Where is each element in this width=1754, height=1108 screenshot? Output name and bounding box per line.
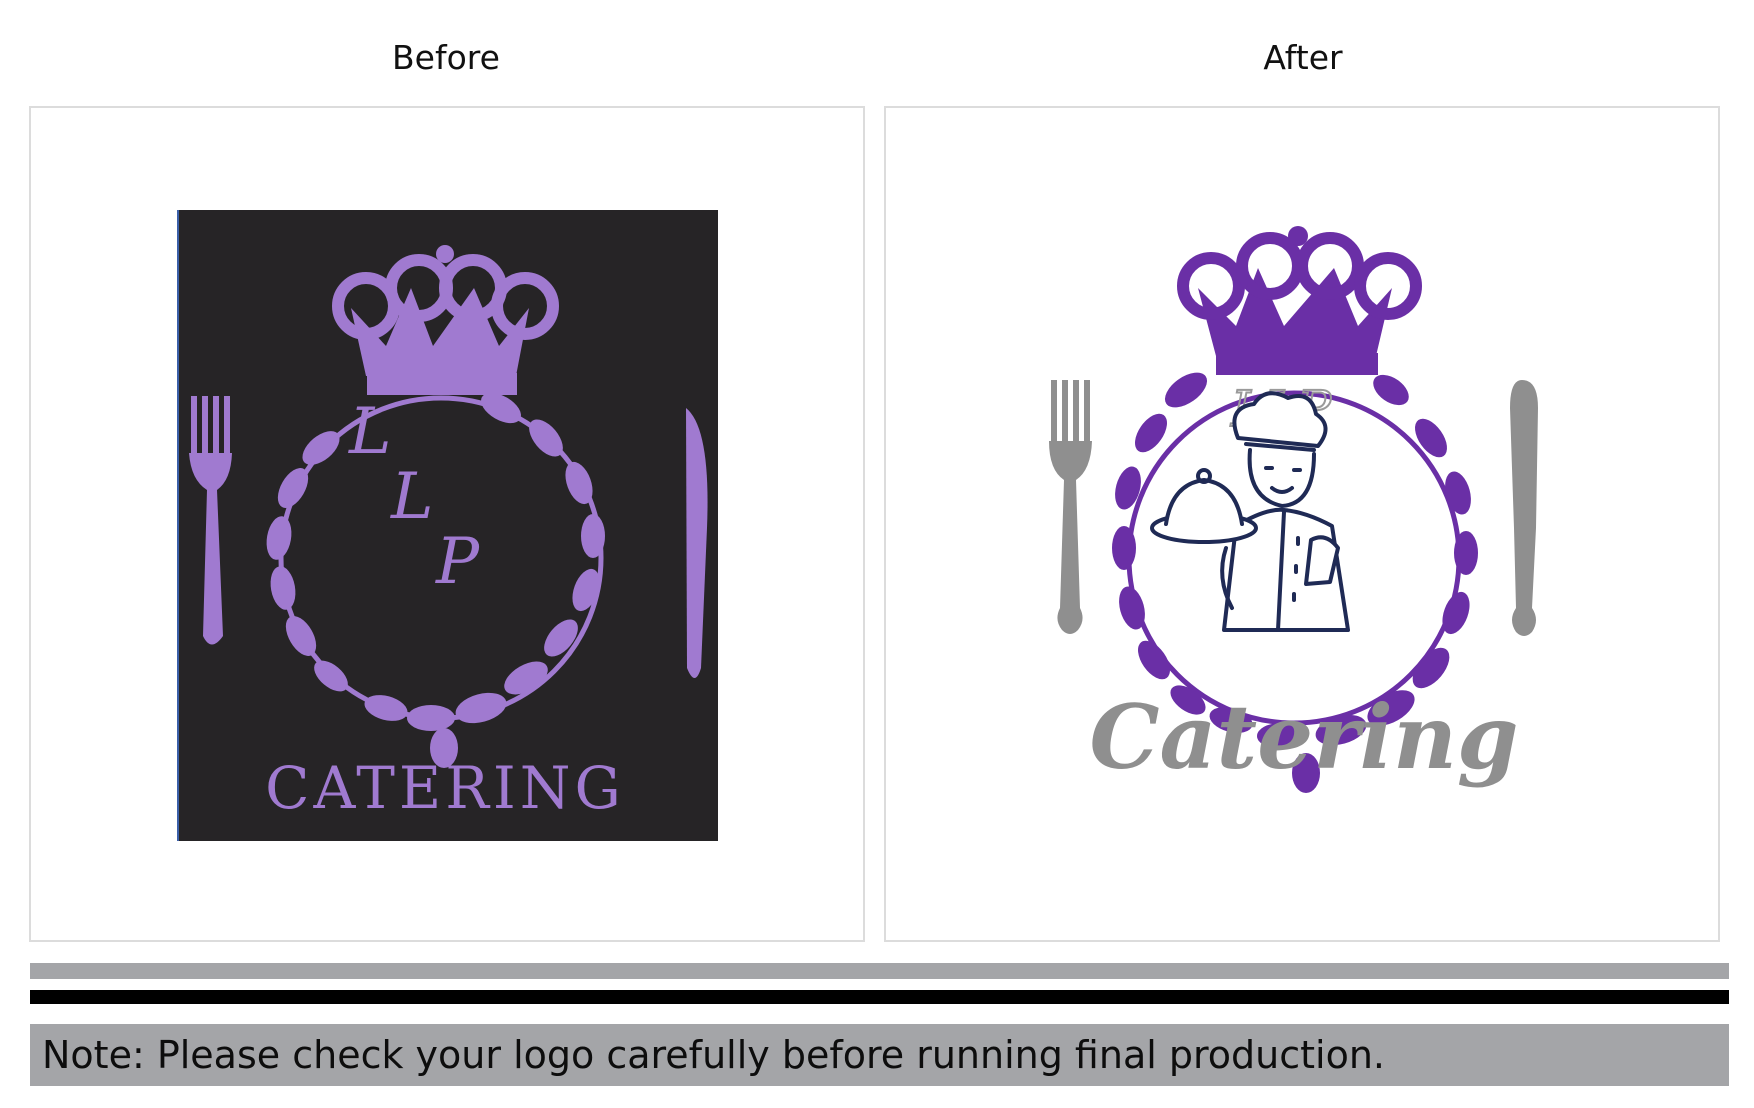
before-logo-image: L L P CATERING [177,210,718,841]
before-wordmark: CATERING [265,754,625,822]
after-panel: LLP Catering [884,106,1720,942]
after-crown-icon [1177,226,1422,375]
note-text: Note: Please check your logo carefully b… [42,1033,1385,1077]
after-logo-image: LLP Catering [1049,226,1538,793]
after-knife-icon [1510,380,1538,636]
gray-divider-bar [30,963,1729,979]
chef-icon [1150,391,1350,632]
note-banner: Note: Please check your logo carefully b… [30,1024,1729,1086]
black-divider-bar [30,990,1729,1004]
before-panel: L L P CATERING [29,106,865,942]
before-heading: Before [392,38,500,77]
before-monogram-letter-3: P [435,525,480,599]
before-monogram-letter-1: L [348,395,392,469]
after-heading: After [1263,38,1343,77]
after-wordmark: Catering [1090,685,1519,789]
after-fork-icon [1049,380,1092,634]
before-monogram-letter-2: L [390,460,434,534]
